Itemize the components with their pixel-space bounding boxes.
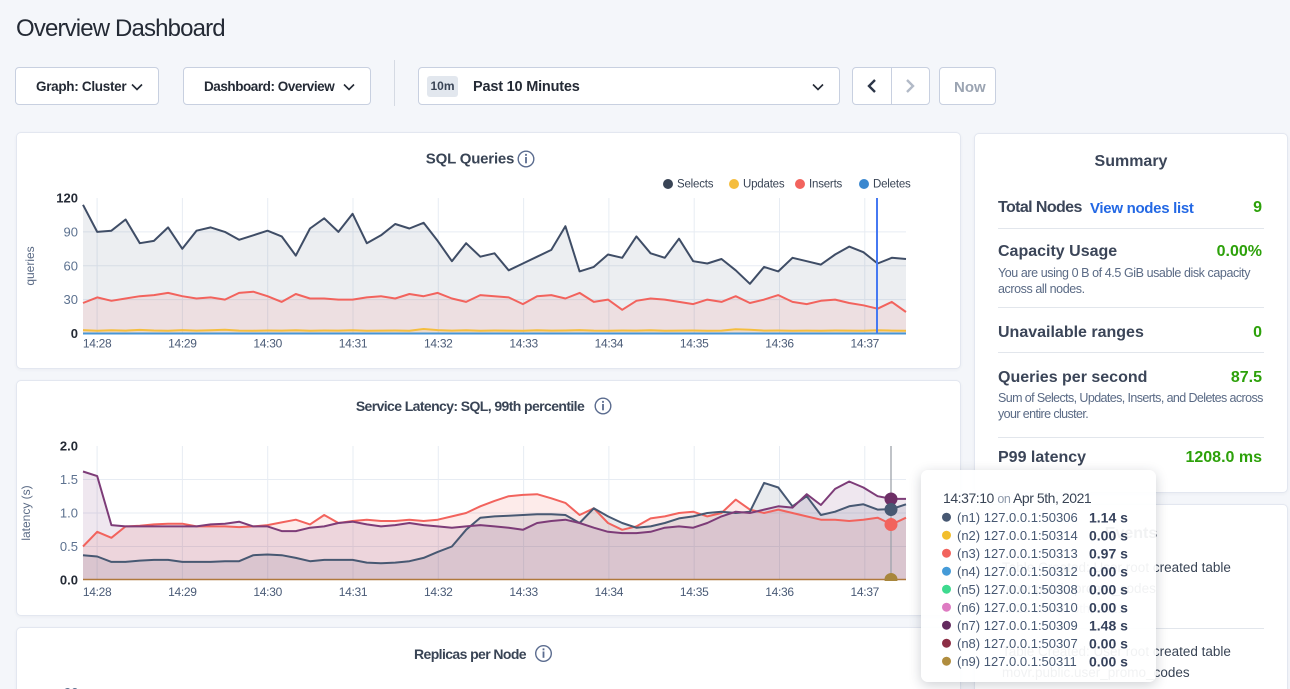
svg-text:14:37: 14:37 [851,337,880,351]
svg-text:14:28: 14:28 [83,337,112,351]
svg-text:14:30: 14:30 [253,337,282,351]
svg-text:queries: queries [23,246,37,285]
svg-text:(n5) 127.0.0.1:50308: (n5) 127.0.0.1:50308 [957,582,1078,597]
svg-text:(n4) 127.0.0.1:50312: (n4) 127.0.0.1:50312 [957,564,1078,579]
svg-text:(n3) 127.0.0.1:50313: (n3) 127.0.0.1:50313 [957,546,1078,561]
svg-text:14:32: 14:32 [424,337,453,351]
svg-text:0: 0 [71,326,78,341]
svg-text:14:35: 14:35 [680,585,709,599]
svg-text:(n1) 127.0.0.1:50306: (n1) 127.0.0.1:50306 [957,510,1078,525]
svg-text:14:36: 14:36 [765,585,794,599]
svg-text:0.00 s: 0.00 s [1089,582,1128,598]
svg-text:0.00 s: 0.00 s [1089,654,1128,670]
svg-text:(n7) 127.0.0.1:50309: (n7) 127.0.0.1:50309 [957,618,1078,633]
svg-text:14:28: 14:28 [83,585,112,599]
svg-text:(n6) 127.0.0.1:50310: (n6) 127.0.0.1:50310 [957,600,1078,615]
svg-text:0.00 s: 0.00 s [1089,528,1128,544]
svg-text:0.97 s: 0.97 s [1089,546,1128,562]
svg-text:1.48 s: 1.48 s [1089,618,1128,634]
svg-text:Service Latency: SQL, 99th per: Service Latency: SQL, 99th percentile [356,398,585,414]
svg-text:1.14 s: 1.14 s [1089,510,1128,526]
svg-text:14:33: 14:33 [509,337,538,351]
svg-text:14:33: 14:33 [509,585,538,599]
svg-text:(n8) 127.0.0.1:50307: (n8) 127.0.0.1:50307 [957,636,1078,651]
svg-text:14:29: 14:29 [168,585,197,599]
svg-text:14:34: 14:34 [595,585,624,599]
svg-text:latency (s): latency (s) [19,485,33,540]
svg-text:(n2) 127.0.0.1:50314: (n2) 127.0.0.1:50314 [957,528,1078,543]
svg-text:0.5: 0.5 [60,539,78,554]
svg-text:14:37: 14:37 [851,585,880,599]
svg-text:0.00 s: 0.00 s [1089,600,1128,616]
svg-text:120: 120 [56,191,78,206]
svg-text:1.0: 1.0 [60,506,78,521]
svg-text:60: 60 [64,258,78,273]
svg-text:(n9) 127.0.0.1:50311: (n9) 127.0.0.1:50311 [957,654,1077,669]
svg-text:30: 30 [64,292,78,307]
svg-text:14:34: 14:34 [595,337,624,351]
svg-text:0.0: 0.0 [60,573,78,588]
svg-text:Updates: Updates [743,179,785,191]
svg-text:2.0: 2.0 [60,439,78,454]
svg-text:90: 90 [64,224,78,239]
svg-text:Deletes: Deletes [873,179,911,191]
svg-text:14:32: 14:32 [424,585,453,599]
svg-text:Inserts: Inserts [809,179,843,191]
svg-text:0.00 s: 0.00 s [1089,636,1128,652]
svg-text:14:29: 14:29 [168,337,197,351]
svg-text:Selects: Selects [677,179,714,191]
svg-text:1.5: 1.5 [60,472,78,487]
svg-text:14:35: 14:35 [680,337,709,351]
svg-text:SQL Queries: SQL Queries [426,151,514,168]
svg-text:14:31: 14:31 [339,585,368,599]
svg-text:0.00 s: 0.00 s [1089,564,1128,580]
svg-text:14:31: 14:31 [339,337,368,351]
svg-text:14:36: 14:36 [765,337,794,351]
svg-text:14:30: 14:30 [253,585,282,599]
